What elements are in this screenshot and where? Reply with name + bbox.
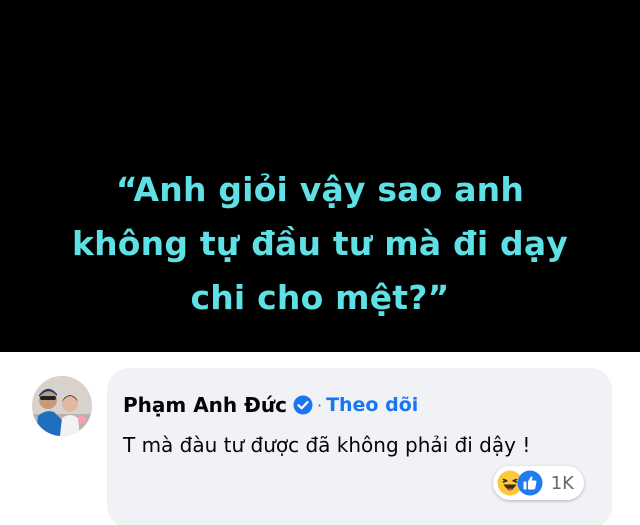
comment-text: T mà đàu tư được đã không phải đi dậy ! [123, 433, 531, 457]
comment-header: Phạm Anh Đức · Theo dõi [123, 390, 418, 420]
like-reaction-icon [517, 470, 543, 496]
avatar[interactable] [32, 376, 92, 436]
quote-line: “Anh giỏi vậy sao anh [115, 170, 525, 209]
quote-line: không tự đầu tư mà đi dạy [71, 224, 569, 263]
follow-button[interactable]: Theo dõi [326, 394, 418, 416]
avatar-photo-icon [32, 376, 92, 436]
separator-dot: · [316, 395, 323, 415]
comment-bubble: Phạm Anh Đức · Theo dõi T mà đàu tư được… [107, 368, 612, 525]
reaction-count: 1K [550, 472, 574, 494]
verified-badge-icon [293, 395, 313, 415]
quote-line: chi cho mệt?” [190, 278, 450, 317]
author-name[interactable]: Phạm Anh Đức [123, 393, 287, 417]
comment-screenshot: Phạm Anh Đức · Theo dõi T mà đàu tư được… [0, 352, 640, 525]
quote-text: “Anh giỏi vậy sao anh không tự đầu tư mà… [40, 163, 600, 325]
quote-card: “Anh giỏi vậy sao anh không tự đầu tư mà… [0, 0, 640, 352]
reactions-summary[interactable]: 1K [492, 466, 584, 500]
post-image: “Anh giỏi vậy sao anh không tự đầu tư mà… [0, 0, 640, 525]
